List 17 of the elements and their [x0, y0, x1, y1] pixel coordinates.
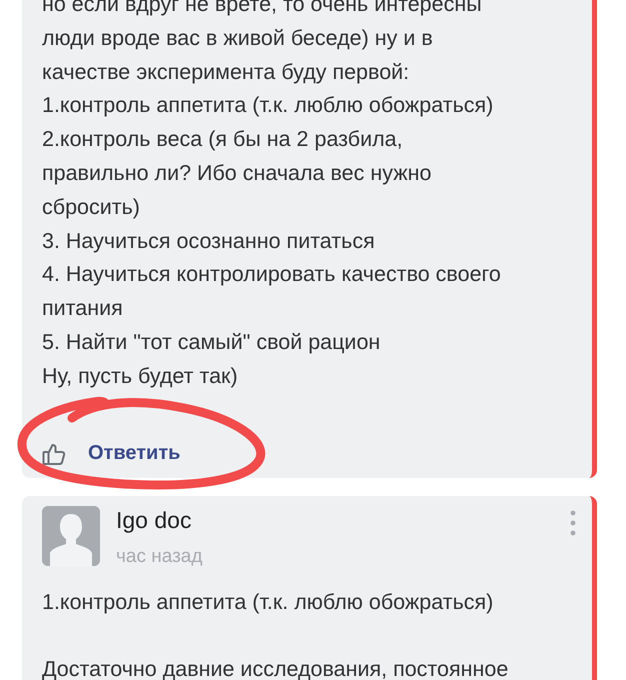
comment-text-line: 5. Найти "тот самый" свой рацион	[42, 328, 380, 356]
comment-text-line: качестве эксперимента буду первой:	[42, 58, 410, 86]
comment-text-line: Ну, пусть будет так)	[42, 362, 238, 390]
avatar-icon	[42, 506, 100, 566]
comment-text-line: питания	[42, 295, 123, 322]
comment-text-line: правильно ли? Ибо сначала вес нужно	[42, 160, 432, 187]
comment-text-line: люди вроде вас в живой беседе) ну и в	[42, 24, 433, 52]
comment-text-line: 1.контроль аппетита (т.к. люблю обожраться)	[42, 92, 494, 120]
comment-text-line: 4. Научиться контролировать качество своего	[42, 261, 501, 288]
thumbs-up-icon[interactable]	[42, 442, 66, 466]
comment-time: час назад	[116, 546, 202, 568]
author-name: Igo doc	[116, 506, 192, 534]
reply-button[interactable]: Ответить	[88, 442, 180, 466]
comment-text-line: сбросить)	[42, 194, 140, 221]
comment-text-line: 3. Научиться осознанно питаться	[42, 228, 375, 255]
comment-text-line: 1.контроль аппетита (т.к. люблю обожраться)	[42, 588, 494, 616]
comment-text-line: 2.контроль веса (я бы на 2 разбила,	[42, 126, 403, 154]
